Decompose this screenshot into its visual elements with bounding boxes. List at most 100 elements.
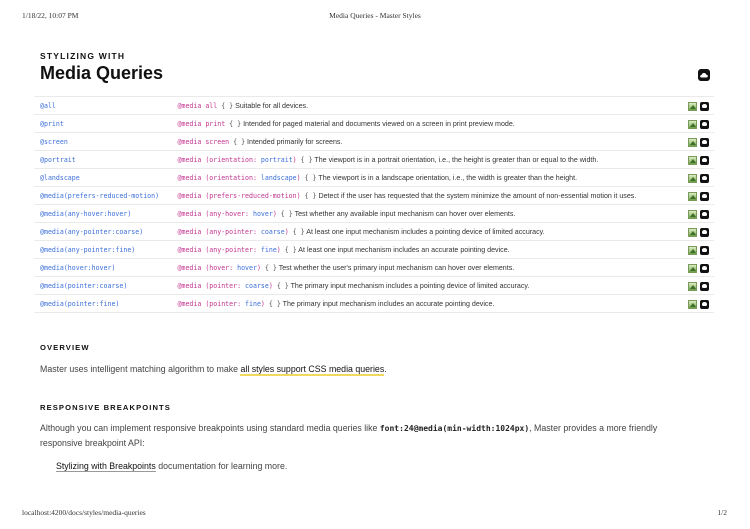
media-key[interactable]: @media(hover:hover) (34, 258, 178, 277)
media-description: Suitable for all devices. (235, 102, 309, 110)
dark-action-icon[interactable] (700, 119, 709, 129)
row-actions (678, 258, 714, 277)
media-definition: @media (pointer: coarse) { } The primary… (177, 276, 679, 295)
media-code: @media (any-hover: hover) { } (178, 210, 293, 218)
image-preview-icon[interactable] (688, 209, 697, 219)
media-key[interactable]: @all (34, 96, 178, 115)
theme-toggle-button[interactable] (698, 69, 710, 81)
media-code: @media (pointer: coarse) { } (178, 282, 289, 290)
media-code: @media all { } (178, 102, 234, 110)
image-preview-icon[interactable] (688, 299, 697, 309)
media-query-close: ) (276, 246, 281, 254)
media-braces: { } (221, 102, 234, 110)
image-preview-icon[interactable] (688, 281, 697, 291)
media-key[interactable]: @media(any-pointer:coarse) (34, 222, 178, 241)
media-at-rule: @media (177, 300, 202, 308)
media-query-value: hover (252, 210, 273, 218)
media-code: @media (orientation: portrait) { } (178, 156, 313, 164)
media-query-value: portrait (260, 156, 293, 164)
row-actions (678, 186, 714, 205)
media-definition: @media (orientation: landscape) { } The … (177, 168, 679, 187)
media-query-value: hover (237, 264, 257, 272)
dark-action-icon[interactable] (700, 155, 709, 165)
media-key[interactable]: @screen (34, 132, 178, 151)
dark-action-icon[interactable] (700, 137, 709, 147)
media-key[interactable]: @media(any-pointer:fine) (34, 240, 178, 259)
dark-action-icon[interactable] (700, 209, 709, 219)
media-at-rule: @media (177, 138, 202, 146)
row-actions (678, 132, 714, 151)
image-preview-icon[interactable] (688, 263, 697, 273)
overview-highlight-link[interactable]: all styles support CSS media queries (240, 364, 385, 376)
page-eyebrow: STYLIZING WITH (40, 51, 126, 61)
image-preview-icon[interactable] (688, 191, 697, 201)
media-query-feature: (prefers-reduced-motion) (205, 192, 301, 200)
media-query-close: ) (296, 174, 301, 182)
media-definition: @media all { } Suitable for all devices. (177, 96, 679, 115)
row-actions (678, 150, 714, 169)
overview-paragraph: Master uses intelligent matching algorit… (40, 362, 680, 376)
breakpoints-text: Although you can implement responsive br… (40, 423, 380, 433)
media-description: Test whether the user's primary input me… (278, 264, 515, 272)
breakpoints-paragraph: Although you can implement responsive br… (40, 421, 680, 450)
media-query-close: ) (260, 300, 265, 308)
media-definition: @media (any-pointer: coarse) { } At leas… (177, 222, 679, 241)
media-key[interactable]: @print (34, 114, 178, 133)
media-query-value: coarse (260, 228, 285, 236)
media-braces: { } (280, 210, 293, 218)
image-preview-icon[interactable] (688, 119, 697, 129)
media-query-value: fine (260, 246, 277, 254)
image-preview-icon[interactable] (688, 137, 697, 147)
row-actions (678, 276, 714, 295)
dark-action-icon[interactable] (700, 101, 709, 111)
dark-action-icon[interactable] (700, 191, 709, 201)
media-query-value: coarse (245, 282, 269, 290)
media-description: Test whether any available input mechani… (294, 210, 516, 218)
media-description: At least one input mechanism includes an… (298, 246, 510, 254)
image-preview-icon[interactable] (688, 101, 697, 111)
dark-action-icon[interactable] (700, 281, 709, 291)
media-code: @media (hover: hover) { } (178, 264, 277, 272)
media-at-rule: @media (177, 228, 202, 236)
media-braces: { } (276, 282, 289, 290)
media-row: @landscape @media (orientation: landscape… (34, 168, 714, 187)
row-actions (678, 96, 714, 115)
media-definition: @media (pointer: fine) { } The primary i… (177, 294, 679, 313)
dark-action-icon[interactable] (700, 245, 709, 255)
row-actions (678, 168, 714, 187)
media-definition: @media (any-pointer: fine) { } At least … (177, 240, 679, 259)
media-key[interactable]: @landscape (34, 168, 178, 187)
media-description: The primary input mechanism includes a p… (290, 282, 530, 290)
stylizing-breakpoints-link[interactable]: Stylizing with Breakpoints (56, 461, 156, 472)
dark-action-icon[interactable] (700, 227, 709, 237)
breakpoints-link-suffix: documentation for learning more. (155, 461, 288, 471)
media-code: @media (prefers-reduced-motion) { } (178, 192, 317, 200)
media-query-feature: (hover: (205, 264, 234, 272)
media-key[interactable]: @portrait (34, 150, 178, 169)
media-key[interactable]: @media(pointer:coarse) (34, 276, 178, 295)
overview-text-end: . (384, 364, 387, 374)
image-preview-icon[interactable] (688, 173, 697, 183)
media-row: @screen @media screen { } Intended primar… (34, 132, 714, 151)
media-at-rule: @media (177, 282, 202, 290)
print-page-number: 1/2 (717, 508, 727, 517)
cloud-icon (700, 73, 708, 78)
media-key[interactable]: @media(pointer:fine) (34, 294, 178, 313)
dark-action-icon[interactable] (700, 263, 709, 273)
media-key[interactable]: @media(prefers-reduced-motion) (34, 186, 178, 205)
dark-action-icon[interactable] (700, 173, 709, 183)
image-preview-icon[interactable] (688, 155, 697, 165)
media-query: all (205, 102, 218, 110)
media-definition: @media (orientation: portrait) { } The v… (177, 150, 679, 169)
image-preview-icon[interactable] (688, 245, 697, 255)
overview-text: Master uses intelligent matching algorit… (40, 364, 241, 374)
media-key[interactable]: @media(any-hover:hover) (34, 204, 178, 223)
media-query-value: landscape (260, 174, 297, 182)
media-queries-table: @all @media all { } Suitable for all devi… (34, 96, 714, 313)
media-braces: { } (268, 300, 281, 308)
image-preview-icon[interactable] (688, 227, 697, 237)
media-row: @media(pointer:coarse) @media (pointer: c… (34, 276, 714, 295)
media-row: @media(any-hover:hover) @media (any-hover… (34, 204, 714, 223)
dark-action-icon[interactable] (700, 299, 709, 309)
media-query-close: ) (268, 282, 273, 290)
